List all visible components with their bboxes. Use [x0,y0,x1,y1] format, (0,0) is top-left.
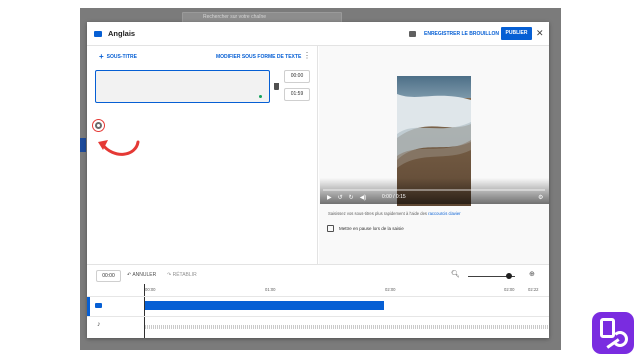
video-player[interactable]: ▶ ↺ ↻ ◀) 0:00 / 0:15 ⚙ [319,46,549,206]
volume-icon[interactable]: ◀) [360,194,367,201]
tick-label: 01:00 [265,287,276,292]
audio-waveform [145,325,549,329]
playback-progress[interactable] [323,189,545,191]
hint-text: Saisissez vos sous-titres plus rapidemen… [328,211,428,216]
redo-button[interactable]: ↷ RÉTABLIR [167,272,197,278]
track-selected-marker [87,297,90,316]
undo-label: ANNULER [132,272,157,278]
background-search-placeholder: Rechercher sur votre chaîne [203,14,267,20]
screenshot-stage: Rechercher sur votre chaîne Anglais ENRE… [0,0,640,358]
zoom-out-icon[interactable]: 🔍︎ [451,270,460,278]
zoom-slider-thumb[interactable] [506,273,512,279]
subtitle-editor-dialog: Anglais ENREGISTRER LE BROUILLON PUBLIER… [87,22,549,338]
annotation-arrow [98,140,140,156]
redo-label: RÉTABLIR [172,272,197,278]
play-icon[interactable]: ▶ [327,194,332,201]
subtitle-list-pane: + SOUS-TITRE MODIFIER SOUS FORME DE TEXTE… [87,46,318,264]
player-controls: ▶ ↺ ↻ ◀) [327,194,372,201]
tick-label: 02:22 [528,287,539,292]
keyboard-hint: Saisissez vos sous-titres plus rapidemen… [328,211,461,216]
site-logo [592,312,634,354]
video-settings-icon[interactable]: ⚙ [538,194,543,201]
start-time-field[interactable]: 00:00 [284,70,310,83]
dialog-title: Anglais [108,29,136,38]
subtitle-track-row [87,296,549,316]
feedback-icon[interactable] [409,31,416,37]
zoom-in-icon[interactable]: ⊕ [529,270,535,278]
timeline-current-time[interactable]: 00:00 [96,270,121,282]
subtitles-track-icon [95,303,102,308]
timeline-ruler: 00:00 01:00 02:00 02:00 02:22 [143,285,549,295]
add-subtitle-label: SOUS-TITRE [106,53,137,60]
music-note-icon: ♪ [97,321,101,328]
publish-button[interactable]: PUBLIER [501,27,532,40]
more-vert-icon[interactable]: ⋮ [303,51,311,60]
shortcuts-link[interactable]: raccourcis clavier [428,211,460,216]
pause-while-typing-checkbox[interactable] [327,225,334,232]
forward-icon[interactable]: ↻ [349,194,354,201]
plus-icon: + [99,52,104,61]
delete-icon[interactable] [274,83,279,90]
background-sidebar-accent [80,138,86,152]
tick-label: 02:00 [504,287,515,292]
dialog-header: Anglais ENREGISTRER LE BROUILLON PUBLIER… [87,22,549,46]
playback-time: 0:00 / 0:15 [382,194,406,200]
end-time-field[interactable]: 01:59 [284,88,310,101]
subtitle-text-input[interactable] [95,70,270,103]
close-icon[interactable]: ✕ [536,28,544,39]
subtitles-icon [94,31,102,37]
tick-label: 00:00 [145,287,156,292]
add-subtitle-button[interactable]: + SOUS-TITRE [99,52,137,61]
subtitle-segment[interactable] [145,301,384,310]
preview-pane: ▶ ↺ ↻ ◀) 0:00 / 0:15 ⚙ Saisissez vos sous-t… [319,46,549,264]
undo-button[interactable]: ↶ ANNULER [127,272,156,278]
timeline-panel: 00:00 ↶ ANNULER ↷ RÉTABLIR 🔍︎ ⊕ 00:00 01… [87,264,549,338]
edit-as-text-button[interactable]: MODIFIER SOUS FORME DE TEXTE [216,54,301,60]
pause-while-typing-label: Mettre en pause lors de la saisie [339,226,404,231]
rewind-icon[interactable]: ↺ [338,194,343,201]
status-dot [259,95,262,98]
save-draft-button[interactable]: ENREGISTRER LE BROUILLON [424,31,499,37]
tick-label: 02:00 [385,287,396,292]
audio-track-row: ♪ [87,316,549,335]
